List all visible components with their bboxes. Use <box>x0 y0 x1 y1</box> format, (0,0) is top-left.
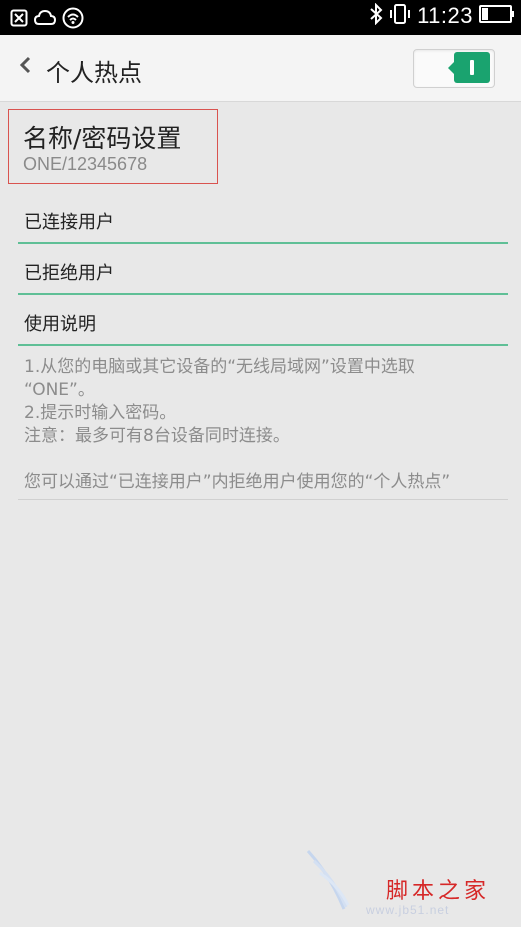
hotspot-icon <box>62 7 84 33</box>
row-connected-users[interactable]: 已连接用户 <box>18 204 508 244</box>
divider <box>18 499 508 500</box>
status-left-icons <box>10 7 84 33</box>
status-bar: 11:23 <box>0 0 521 35</box>
battery-icon <box>479 4 515 28</box>
status-time: 11:23 <box>417 3 473 28</box>
toggle-knob-notch <box>448 62 454 74</box>
vibrate-icon <box>389 3 411 29</box>
watermark-text: 脚本之家 <box>386 879 491 904</box>
hotspot-toggle[interactable] <box>413 49 495 88</box>
help-line: 1.从您的电脑或其它设备的“无线局域网”设置中选取 <box>24 357 415 377</box>
watermark-url: www.jb51.net <box>366 903 450 917</box>
help-line: 您可以通过“已连接用户”内拒绝用户使用您的“个人热点” <box>24 472 451 492</box>
page-title: 个人热点 <box>46 59 142 87</box>
row-label: 使用说明 <box>24 314 96 335</box>
site-watermark: 脚本之家 www.jb51.net <box>300 845 515 920</box>
row-rejected-users[interactable]: 已拒绝用户 <box>18 255 508 295</box>
toggle-on-indicator <box>470 60 474 75</box>
status-right-icons: 11:23 <box>369 2 515 29</box>
instructions-text: 1.从您的电脑或其它设备的“无线局域网”设置中选取 “ONE”。 2.提示时输入… <box>24 356 504 494</box>
header-bar: 个人热点 <box>0 35 521 102</box>
row-label: 已拒绝用户 <box>24 263 114 284</box>
cloud-icon <box>33 9 57 31</box>
name-password-setting[interactable]: 名称/密码设置 ONE/12345678 <box>8 109 218 184</box>
name-password-title: 名称/密码设置 <box>23 124 182 153</box>
toggle-knob <box>448 52 490 83</box>
row-label: 已连接用户 <box>24 212 114 233</box>
help-line: “ONE”。 <box>24 380 95 400</box>
back-button[interactable] <box>14 52 36 82</box>
name-password-value: ONE/12345678 <box>23 154 148 174</box>
help-spacer <box>24 448 504 471</box>
bluetooth-icon <box>369 2 383 29</box>
chevron-left-icon <box>18 55 32 79</box>
help-line: 2.提示时输入密码。 <box>24 403 177 423</box>
row-instructions[interactable]: 使用说明 <box>18 306 508 346</box>
help-line: 注意：最多可有8台设备同时连接。 <box>24 426 290 446</box>
close-box-icon <box>10 9 28 31</box>
